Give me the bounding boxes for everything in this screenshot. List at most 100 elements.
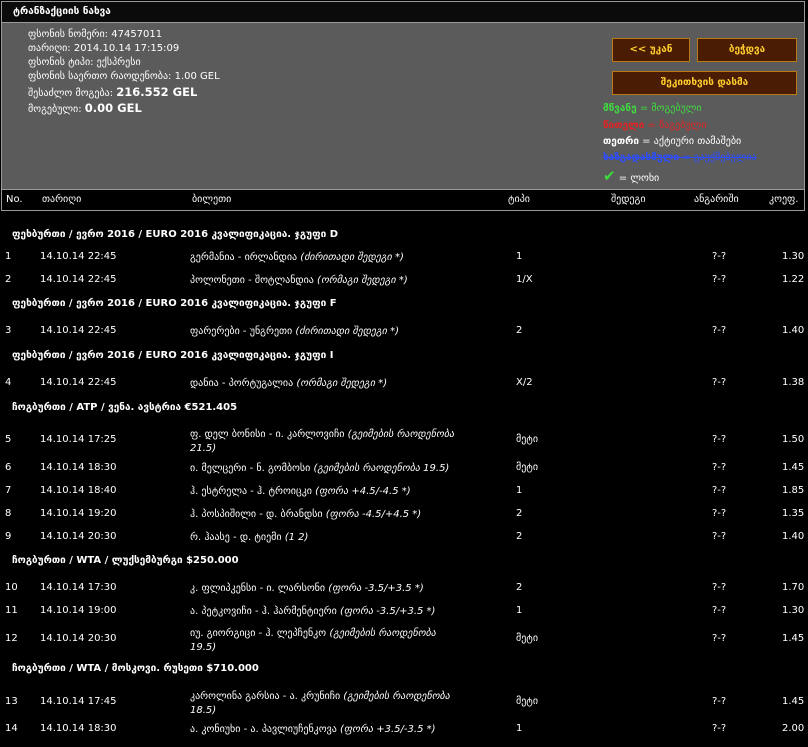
row-number: 11 <box>5 605 18 616</box>
row-odds: 1.85 <box>782 485 805 496</box>
back-button[interactable]: << უკან <box>612 38 690 62</box>
row-date: 14.10.14 22:45 <box>40 377 117 388</box>
row-date: 14.10.14 20:30 <box>40 531 117 542</box>
bet-date-row: თარიღი: 2014.10.14 17:15:09 <box>28 43 179 54</box>
row-date: 14.10.14 22:45 <box>40 251 117 262</box>
row-type: X/2 <box>516 377 533 388</box>
row-type: მეტი <box>516 696 539 707</box>
row-type: 2 <box>516 508 523 519</box>
legend-won: მწვანე = მოგებული <box>603 103 702 114</box>
row-date: 14.10.14 18:30 <box>40 462 117 473</box>
transaction-window: ტრანზაქციის ნახვა ფსონის ნომერი: 4745701… <box>0 0 808 747</box>
group-title: ჩოგბურთი / WTA / ლუქსემბურგი $250.000 <box>12 555 239 566</box>
bet-number-value: 47457011 <box>111 29 163 40</box>
row-date: 14.10.14 17:25 <box>40 434 117 445</box>
legend-checkmark: ✔ = ლოხი <box>603 167 659 185</box>
col-result: შედეგი <box>611 194 646 205</box>
row-odds: 1.40 <box>782 325 805 336</box>
checkmark-icon: ✔ <box>603 167 616 185</box>
row-event-name: კ. ფლიპკენსი - ი. ლარსონი <box>190 583 329 594</box>
legend-cancelled-sep: = <box>679 152 694 163</box>
row-score: ?-? <box>712 325 727 336</box>
bet-number-label: ფსონის ნომერი: <box>28 29 109 40</box>
row-type: 2 <box>516 531 523 542</box>
won-amount-value: 0.00 GEL <box>84 101 142 115</box>
row-score: ?-? <box>712 696 727 707</box>
row-number: 9 <box>5 531 12 542</box>
row-event-name: კაროლინა გარსია - ა. კრუნიჩი <box>190 691 344 702</box>
row-date: 14.10.14 17:45 <box>40 696 117 707</box>
group-title: ფეხბურთი / ევრო 2016 / EURO 2016 კვალიფი… <box>12 350 334 361</box>
legend-won-desc: მოგებული <box>651 103 702 114</box>
bet-date-label: თარიღი: <box>28 43 71 54</box>
row-score: ?-? <box>712 251 727 262</box>
row-market: (ორმაგი შედეგი *) <box>296 378 388 389</box>
bet-number-row: ფსონის ნომერი: 47457011 <box>28 29 162 40</box>
row-event-name: ა. კონიუხი - ა. პავლიუჩენკოვა <box>190 724 341 735</box>
legend-active-key: თეთრი <box>603 136 639 147</box>
row-event: ფარერები - უნგრეთი (ძირითადი შედეგი *) <box>190 325 510 339</box>
bet-type-label: ფსონის ტიპი: <box>28 57 94 68</box>
row-market: (ფორა -3.5/+3.5 *) <box>328 583 424 594</box>
row-type: 1 <box>516 485 523 496</box>
group-title: ჩოგბურთი / ATP / ვენა. ავსტრია €521.405 <box>12 402 238 413</box>
legend-cancelled: ხაზგადასმული = გაუქმებულია <box>603 152 757 163</box>
row-type: მეტი <box>516 434 539 445</box>
row-type: მეტი <box>516 633 539 644</box>
col-score: ანგარიში <box>694 194 739 205</box>
row-event: პოლონეთი - შოტლანდია (ორმაგი შედეგი *) <box>190 274 510 288</box>
legend-checkmark-desc: ლოხი <box>630 173 660 184</box>
row-number: 7 <box>5 485 12 496</box>
group-title: ფეხბურთი / ევრო 2016 / EURO 2016 კვალიფი… <box>12 298 337 309</box>
row-score: ?-? <box>712 508 727 519</box>
row-odds: 1.50 <box>782 434 805 445</box>
row-date: 14.10.14 20:30 <box>40 633 117 644</box>
row-number: 12 <box>5 633 18 644</box>
row-odds: 1.45 <box>782 462 805 473</box>
row-market: (ფორა -4.5/+4.5 *) <box>325 509 422 520</box>
row-odds: 1.45 <box>782 633 805 644</box>
row-event: ჰ. ესტრელა - ჰ. ტროიცკი (ფორა +4.5/-4.5 … <box>190 485 510 499</box>
row-event-name: გერმანია - ირლანდია <box>190 252 301 263</box>
row-event: გერმანია - ირლანდია (ძირითადი შედეგი *) <box>190 251 510 265</box>
row-event-name: პოლონეთი - შოტლანდია <box>190 275 318 286</box>
row-event-name: იუ. გიორგიცი - ჰ. ლეპჩენკო <box>190 628 330 639</box>
row-type: 1/X <box>516 274 533 285</box>
row-event-name: ფარერები - უნგრეთი <box>190 326 296 337</box>
table-header: No. თარიღი ბილეთი ტიპი შედეგი ანგარიში კ… <box>1 189 805 211</box>
row-odds: 1.38 <box>782 377 805 388</box>
row-score: ?-? <box>712 633 727 644</box>
row-event: ა. პეტკოვიჩი - ჰ. ჰარმენტიერი (ფორა -3.5… <box>190 605 510 619</box>
row-date: 14.10.14 19:20 <box>40 508 117 519</box>
row-odds: 1.22 <box>782 274 805 285</box>
row-date: 14.10.14 19:00 <box>40 605 117 616</box>
legend-cancelled-desc: გაუქმებულია <box>693 152 757 163</box>
print-button[interactable]: ბეჭდვა <box>697 38 797 62</box>
row-number: 6 <box>5 462 12 473</box>
ask-question-button[interactable]: შეკითხვის დასმა <box>612 71 797 95</box>
row-market: (ფორა -3.5/+3.5 *) <box>339 606 436 617</box>
row-type: 2 <box>516 325 523 336</box>
possible-win-row: შესაძლო მოგება: 216.552 GEL <box>28 85 197 99</box>
row-number: 5 <box>5 434 12 445</box>
row-odds: 1.35 <box>782 508 805 519</box>
row-date: 14.10.14 22:45 <box>40 325 117 336</box>
row-number: 4 <box>5 377 12 388</box>
won-amount-label: მოგებული: <box>28 104 82 115</box>
possible-win-label: შესაძლო მოგება: <box>28 88 114 99</box>
legend-lost: წითელი = წაგებული <box>603 120 707 131</box>
bet-info-panel: ფსონის ნომერი: 47457011 თარიღი: 2014.10.… <box>1 23 805 189</box>
row-market: (ძირითადი შედეგი *) <box>300 252 404 263</box>
legend-active: თეთრი = აქტიური თამაშები <box>603 136 741 147</box>
row-score: ?-? <box>712 274 727 285</box>
bet-type-value: ექსპრესი <box>96 57 141 68</box>
row-number: 14 <box>5 723 18 734</box>
row-type: 1 <box>516 605 523 616</box>
col-no: No. <box>6 194 23 205</box>
row-number: 3 <box>5 325 12 336</box>
legend-lost-sep: = <box>644 120 660 131</box>
legend-lost-desc: წაგებული <box>659 120 707 131</box>
col-ticket: ბილეთი <box>192 194 232 205</box>
row-event-name: ფ. დელ ბონისი - ი. კარლოვიჩი <box>190 429 348 440</box>
row-market: (ფორა +4.5/-4.5 *) <box>315 486 411 497</box>
